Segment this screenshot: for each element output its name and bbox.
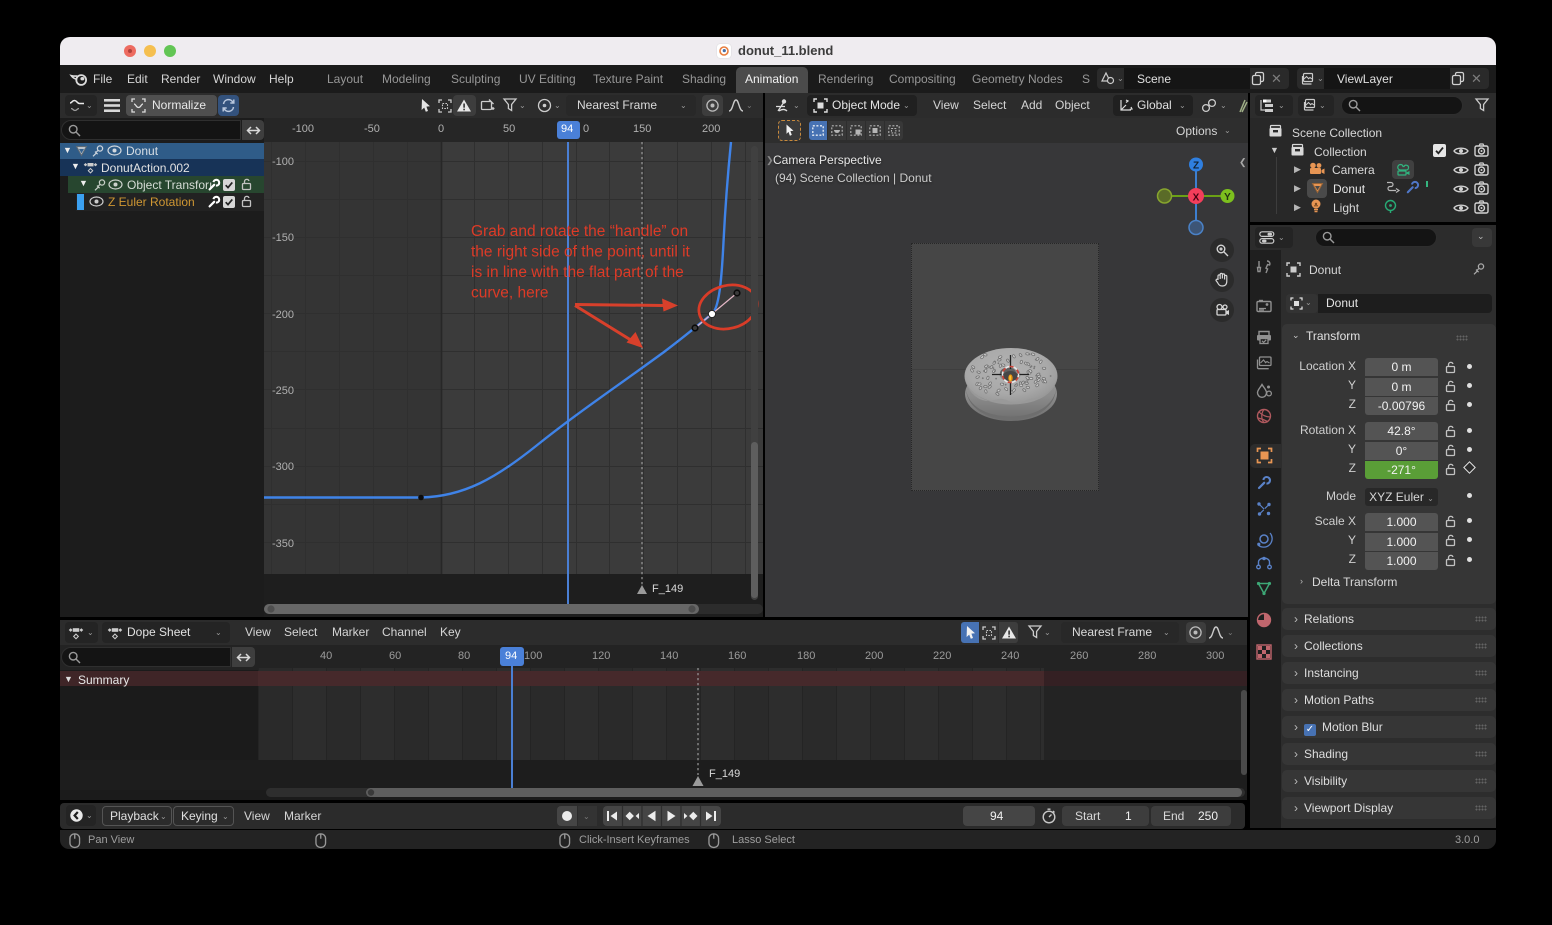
svg-text:the right side of the point, u: the right side of the point, until it — [471, 244, 691, 261]
svg-text:-250: -250 — [272, 385, 294, 397]
svg-text:-200: -200 — [272, 309, 294, 321]
svg-text:F_149: F_149 — [652, 583, 683, 595]
svg-text:-100: -100 — [272, 156, 294, 168]
svg-text:curve, here: curve, here — [471, 285, 549, 302]
svg-text:Y: Y — [1224, 192, 1231, 203]
svg-text:-350: -350 — [272, 538, 294, 550]
svg-text:X: X — [1193, 193, 1200, 204]
svg-text:Grab and rotate the “handle” o: Grab and rotate the “handle” on — [471, 223, 688, 240]
svg-text:F_149: F_149 — [709, 768, 740, 780]
svg-text:Z: Z — [1193, 161, 1199, 172]
svg-text:-150: -150 — [272, 232, 294, 244]
svg-text:-300: -300 — [272, 461, 294, 473]
svg-text:is in line with the flat part: is in line with the flat part of the — [471, 264, 684, 281]
